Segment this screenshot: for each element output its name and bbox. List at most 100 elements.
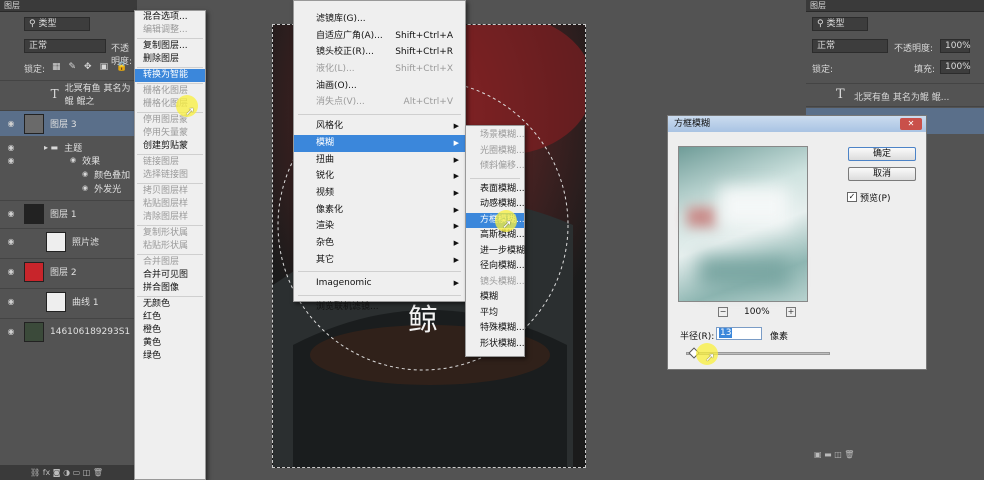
right-blend-mode[interactable]: 正常	[812, 39, 888, 53]
right-fill-input[interactable]: 100%	[940, 60, 971, 74]
zoom-in-button[interactable]: +	[786, 307, 796, 317]
context-menu-item[interactable]: 拼合图像	[135, 282, 205, 295]
zoom-out-button[interactable]: −	[718, 307, 728, 317]
blur-menu-item[interactable]: 表面模糊...	[466, 182, 525, 198]
blur-menu-item-label: 形状模糊...	[480, 338, 525, 349]
context-menu-item[interactable]: 黄色	[135, 337, 205, 350]
filter-menu-item[interactable]: 风格化 ▶	[294, 118, 465, 135]
filter-menu-item[interactable]: 其它 ▶	[294, 252, 465, 269]
left-layers-tab[interactable]: 图层	[0, 0, 137, 12]
blur-submenu-items: 场景模糊...光圈模糊...倾斜偏移...表面模糊...动感模糊...方框模糊.…	[466, 128, 525, 353]
blur-menu-item[interactable]: 动感模糊...	[466, 197, 525, 213]
ok-button[interactable]: 确定	[848, 147, 916, 161]
context-menu-item[interactable]: 合并可见图	[135, 269, 205, 282]
filter-menu-item-label: 像素化	[316, 204, 344, 215]
close-icon[interactable]: ✕	[900, 118, 922, 130]
right-kind-filter[interactable]: ⚲ 类型	[812, 17, 868, 31]
blur-submenu: 场景模糊...光圈模糊...倾斜偏移...表面模糊...动感模糊...方框模糊.…	[465, 125, 525, 357]
filter-menu-item[interactable]: Imagenomic ▶	[294, 275, 465, 292]
cancel-button[interactable]: 取消	[848, 167, 916, 181]
filter-menu-item-label: 扭曲	[316, 154, 335, 165]
context-menu-item: 复制形状属	[135, 227, 205, 240]
visibility-eye-icon[interactable]: ◉	[4, 327, 18, 336]
filter-menu-item[interactable]: 视频 ▶	[294, 185, 465, 202]
layer-row[interactable]: T 北冥有鱼 其名为鲲 鲲之	[0, 80, 137, 107]
submenu-arrow-icon: ▶	[453, 205, 459, 214]
context-menu-item[interactable]: 无颜色	[135, 298, 205, 311]
filter-menu-item[interactable]: 锐化 ▶	[294, 168, 465, 185]
preview-checkbox[interactable]: ✓	[847, 192, 857, 202]
blur-preview[interactable]	[678, 146, 808, 302]
filter-menu-item[interactable]: 浏览联机滤镜...	[294, 299, 465, 316]
filter-menu-item[interactable]: 模糊 ▶	[294, 134, 465, 152]
left-blend-mode[interactable]: 正常	[24, 39, 106, 53]
filter-menu-item[interactable]: 渲染 ▶	[294, 218, 465, 235]
filter-menu-item-label: 浏览联机滤镜...	[316, 302, 379, 312]
menu-separator	[137, 225, 203, 226]
layer-row[interactable]: ◉ 照片滤	[0, 228, 137, 254]
context-menu-item[interactable]: 混合选项...	[135, 11, 205, 24]
visibility-eye-icon[interactable]: ◉	[4, 119, 18, 128]
context-menu-item-label: 停用矢量蒙	[143, 128, 189, 138]
cursor-pointer-icon: ➚	[502, 217, 513, 231]
context-menu-item-label: 合并图层	[143, 257, 180, 267]
visibility-eye-icon[interactable]: ◉	[4, 297, 18, 306]
context-menu-item[interactable]: 绿色	[135, 350, 205, 363]
filter-menu-item-label: 模糊	[316, 137, 335, 148]
filter-menu-item[interactable]: 扭曲 ▶	[294, 152, 465, 169]
visibility-eye-icon[interactable]: ◉	[4, 237, 18, 246]
context-menu-item-label: 转换为智能	[143, 70, 189, 80]
filter-menu-item[interactable]: 自适应广角(A)... Shift+Ctrl+A	[294, 28, 465, 45]
layer-name: 颜色叠加	[94, 170, 131, 181]
blur-menu-item[interactable]: 模糊	[466, 290, 524, 306]
layer-thumbnail	[24, 321, 44, 342]
submenu-arrow-icon: ▶	[453, 122, 459, 131]
visibility-eye-icon[interactable]: ◉	[4, 209, 18, 218]
submenu-arrow-icon: ▶	[453, 279, 459, 288]
left-kind-filter[interactable]: ⚲ 类型	[24, 17, 90, 31]
layer-context-menu: 混合选项... 编辑调整... 复制图层... 删除图层 转换为智能 栅格化图层 栅格化图层…	[134, 10, 206, 480]
blur-menu-item[interactable]: 径向模糊...	[466, 259, 525, 275]
layer-name: 曲线 1	[72, 298, 99, 308]
blur-menu-item[interactable]: 形状模糊...	[466, 337, 525, 353]
context-menu-item[interactable]: 创建剪贴蒙	[135, 140, 205, 153]
filter-menu-item[interactable]: 滤镜库(G)...	[294, 11, 465, 28]
context-menu-item[interactable]: 转换为智能	[135, 69, 205, 82]
blur-menu-item[interactable]: 进一步模糊	[466, 244, 525, 260]
layer-row[interactable]: ◉ 146106189293S1	[0, 318, 137, 344]
layer-thumbnail	[24, 113, 44, 134]
layer-row[interactable]: ◉ 颜色叠加	[0, 167, 137, 181]
visibility-eye-icon[interactable]: ◉	[4, 143, 18, 152]
right-layers-tab[interactable]: 图层	[806, 0, 984, 12]
filter-menu-item[interactable]: 杂色 ▶	[294, 235, 465, 252]
lock-icons[interactable]: ▦✎✥▣🔒	[52, 62, 135, 72]
context-menu-item[interactable]: 橙色	[135, 324, 205, 337]
layer-row[interactable]: ◉ ▸ ▬ 主题	[0, 140, 137, 154]
blur-menu-item-label: 径向模糊...	[480, 261, 525, 271]
blur-menu-item[interactable]: 高斯模糊...	[466, 228, 525, 244]
filter-menu-item[interactable]: 油画(O)...	[294, 78, 465, 95]
layer-row[interactable]: ◉ 外发光	[0, 181, 137, 195]
layer-row[interactable]: ◉ 图层 1	[0, 200, 137, 226]
filter-menu-item[interactable]: 镜头校正(R)... Shift+Ctrl+R	[294, 44, 465, 61]
blur-menu-item[interactable]: 特殊模糊...	[466, 321, 525, 337]
radius-input[interactable]: 13	[716, 327, 762, 340]
visibility-eye-icon[interactable]: ◉	[4, 156, 18, 165]
layer-row[interactable]: ◉ ◉ 效果	[0, 153, 137, 167]
layer-row[interactable]: ◉ 曲线 1	[0, 288, 137, 314]
context-menu-item[interactable]: 复制图层...	[135, 40, 205, 53]
layer-name: 主题	[64, 143, 83, 154]
layer-row[interactable]: ◉ 图层 3	[0, 110, 137, 136]
blur-menu-item[interactable]: 平均	[466, 306, 524, 322]
layer-name: 效果	[82, 156, 101, 167]
context-menu-item[interactable]: 红色	[135, 311, 205, 324]
menu-separator	[137, 154, 203, 155]
right-opacity-input[interactable]: 100%	[940, 39, 971, 53]
filter-menu-item[interactable]: 像素化 ▶	[294, 202, 465, 219]
right-text-layer[interactable]: T 北冥有鱼 其名为鲲 鲲...	[806, 83, 984, 107]
context-menu-item[interactable]: 删除图层	[135, 53, 205, 66]
context-menu-item-label: 红色	[143, 312, 162, 322]
layer-row[interactable]: ◉ 图层 2	[0, 258, 137, 284]
visibility-eye-icon[interactable]: ◉	[4, 267, 18, 276]
filter-menu-item-label: Imagenomic	[316, 278, 372, 289]
